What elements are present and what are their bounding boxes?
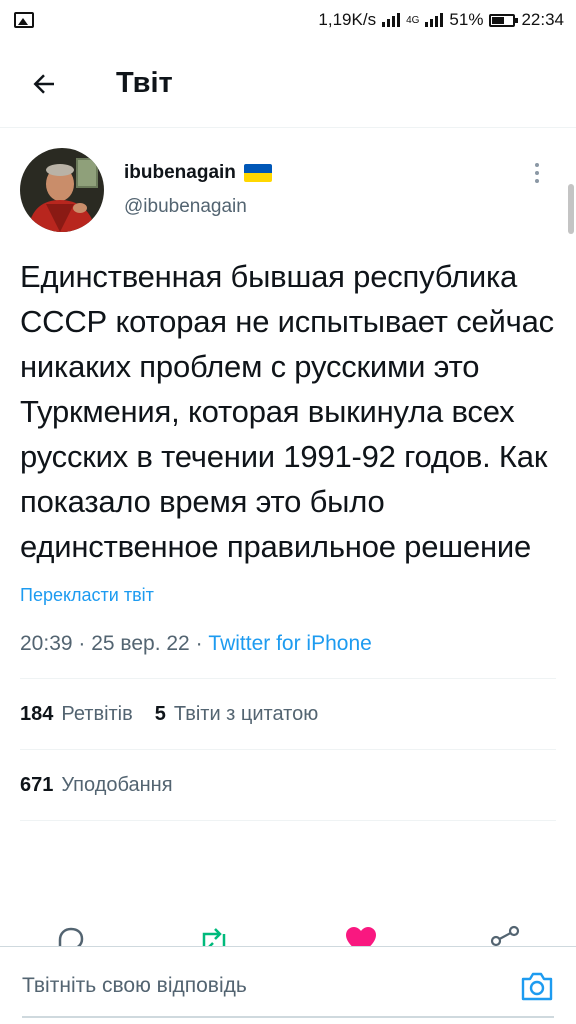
page-title: Твіт: [116, 67, 173, 99]
camera-button[interactable]: [520, 969, 554, 1003]
tweet-date: 25 вер. 22: [91, 632, 190, 655]
reply-button[interactable]: [54, 924, 88, 948]
avatar-portrait-image: [20, 148, 104, 232]
quotes-stat[interactable]: 5 Твіти з цитатою: [155, 703, 318, 726]
reply-input[interactable]: [22, 973, 520, 998]
camera-icon: [521, 972, 553, 1000]
quotes-count: 5: [154, 702, 166, 725]
retweets-label: Ретвітів: [61, 702, 133, 725]
quotes-label: Твіти з цитатою: [173, 702, 319, 725]
tweet-text: Единственная бывшая республика СССР кото…: [20, 259, 554, 564]
tweet-author: ibubenagain @ibubenagain: [20, 148, 556, 232]
display-name[interactable]: ibubenagain: [124, 162, 236, 184]
back-button[interactable]: [14, 54, 74, 114]
network-speed: 1,19K/s: [318, 10, 377, 29]
divider: [20, 820, 556, 821]
like-button[interactable]: [344, 924, 378, 948]
reply-bar: [0, 946, 576, 1024]
clock: 22:34: [521, 10, 564, 29]
battery-percent: 51%: [449, 10, 484, 29]
retweet-button[interactable]: [196, 924, 232, 948]
more-options-button[interactable]: [522, 158, 552, 188]
retweet-stats: 184 Ретвітів 5 Твіти з цитатою: [20, 679, 556, 749]
signal-icon: [382, 13, 401, 27]
likes-stat[interactable]: 671 Уподобання: [20, 774, 173, 797]
share-icon: [490, 925, 520, 947]
tweet-meta: 20:39 · 25 вер. 22 · Twitter for iPhone: [20, 632, 556, 656]
user-handle[interactable]: @ibubenagain: [124, 196, 272, 218]
tweet-detail: ibubenagain @ibubenagain Единственная бы…: [0, 128, 576, 821]
tweet-actions: [0, 918, 576, 948]
arrow-left-icon: [33, 73, 54, 94]
signal-icon-2: [425, 13, 444, 27]
more-vertical-icon: [535, 163, 539, 183]
ukraine-flag-icon: [243, 164, 272, 182]
avatar[interactable]: [20, 148, 104, 232]
app-header: Твіт: [0, 40, 576, 128]
likes-label: Уподобання: [61, 773, 173, 796]
bottom-divider: [22, 1016, 554, 1018]
translate-tweet-link[interactable]: Перекласти твіт: [20, 585, 556, 606]
likes-count: 671: [20, 773, 54, 796]
tweet-time: 20:39: [20, 632, 73, 655]
meta-separator: ·: [78, 632, 92, 655]
heart-icon: [346, 927, 376, 948]
tweet-source-link[interactable]: Twitter for iPhone: [208, 632, 371, 655]
status-bar: 1,19K/s 4G 51% 22:34: [0, 0, 576, 40]
like-stats: 671 Уподобання: [20, 750, 556, 820]
reply-icon: [58, 927, 84, 948]
battery-icon: [489, 13, 519, 27]
retweet-icon: [202, 928, 226, 948]
meta-separator: ·: [195, 632, 209, 655]
share-button[interactable]: [488, 924, 522, 948]
network-type: 4G: [406, 14, 420, 26]
retweets-count: 184: [20, 702, 54, 725]
retweets-stat[interactable]: 184 Ретвітів: [20, 703, 133, 726]
image-notification-icon: [14, 12, 34, 28]
